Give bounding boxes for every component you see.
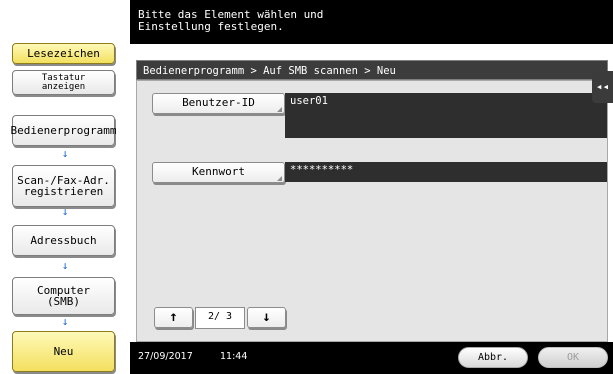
password-button[interactable]: Kennwort <box>152 162 285 183</box>
bookmark-label: Lesezeichen <box>27 47 100 60</box>
nav-label-line2: registrieren <box>23 185 104 198</box>
password-value[interactable]: ********** <box>285 162 607 182</box>
arrow-down-icon: ↓ <box>262 309 271 325</box>
instruction-message: Bitte das Element wählen und Einstellung… <box>130 0 613 44</box>
password-label: Kennwort <box>192 165 245 178</box>
breadcrumb: Bedienerprogramm > Auf SMB scannen > Neu <box>136 60 608 80</box>
expand-corner-icon <box>277 176 282 181</box>
total-pages: 3 <box>226 311 233 322</box>
page-up-button[interactable]: ↑ <box>154 307 193 328</box>
nav-address-book[interactable]: Adressbuch <box>12 225 115 256</box>
settings-area: Benutzer-ID user01 Kennwort ********** ↑… <box>136 80 608 342</box>
arrow-down-icon: ↓ <box>61 315 69 328</box>
nav-register-scan-fax-address[interactable]: Scan-/Fax-Adr. registrieren <box>12 165 115 207</box>
nav-label: Neu <box>53 345 74 358</box>
main-panel: Bedienerprogramm > Auf SMB scannen > Neu… <box>130 44 613 342</box>
nav-label-line2: (SMB) <box>46 295 81 308</box>
nav-operator-program[interactable]: Bedienerprogramm <box>10 115 117 146</box>
show-keyboard-button[interactable]: Tastatur anzeigen <box>12 70 115 95</box>
keyboard-label-line2: anzeigen <box>41 81 86 92</box>
arrow-down-icon: ↓ <box>61 147 69 160</box>
expand-corner-icon <box>277 107 282 112</box>
nav-label: Adressbuch <box>30 234 97 247</box>
arrow-down-icon: ↓ <box>61 259 69 272</box>
arrow-down-icon: ↓ <box>61 205 69 218</box>
page-separator: / <box>213 311 220 322</box>
ok-button[interactable]: OK <box>538 347 608 368</box>
user-id-value[interactable]: user01 <box>285 93 607 138</box>
collapse-panel-tab[interactable]: ◂◂ <box>592 71 613 103</box>
nav-label: Bedienerprogramm <box>10 124 117 137</box>
status-bar: 27/09/2017 11:44 Abbr. OK <box>130 342 613 374</box>
bookmark-button[interactable]: Lesezeichen <box>12 43 115 64</box>
nav-new-current[interactable]: Neu <box>12 331 115 372</box>
time-display: 11:44 <box>220 351 248 362</box>
arrow-up-icon: ↑ <box>169 309 178 325</box>
cancel-button[interactable]: Abbr. <box>458 347 528 368</box>
sidebar: Lesezeichen Tastatur anzeigen Bedienerpr… <box>0 0 130 374</box>
user-id-button[interactable]: Benutzer-ID <box>152 93 285 114</box>
nav-computer-smb[interactable]: Computer (SMB) <box>12 277 115 315</box>
page-indicator: 2/ 3 <box>195 307 245 329</box>
user-id-label: Benutzer-ID <box>182 96 255 109</box>
page-down-button[interactable]: ↓ <box>247 307 286 328</box>
date-display: 27/09/2017 <box>138 351 193 362</box>
